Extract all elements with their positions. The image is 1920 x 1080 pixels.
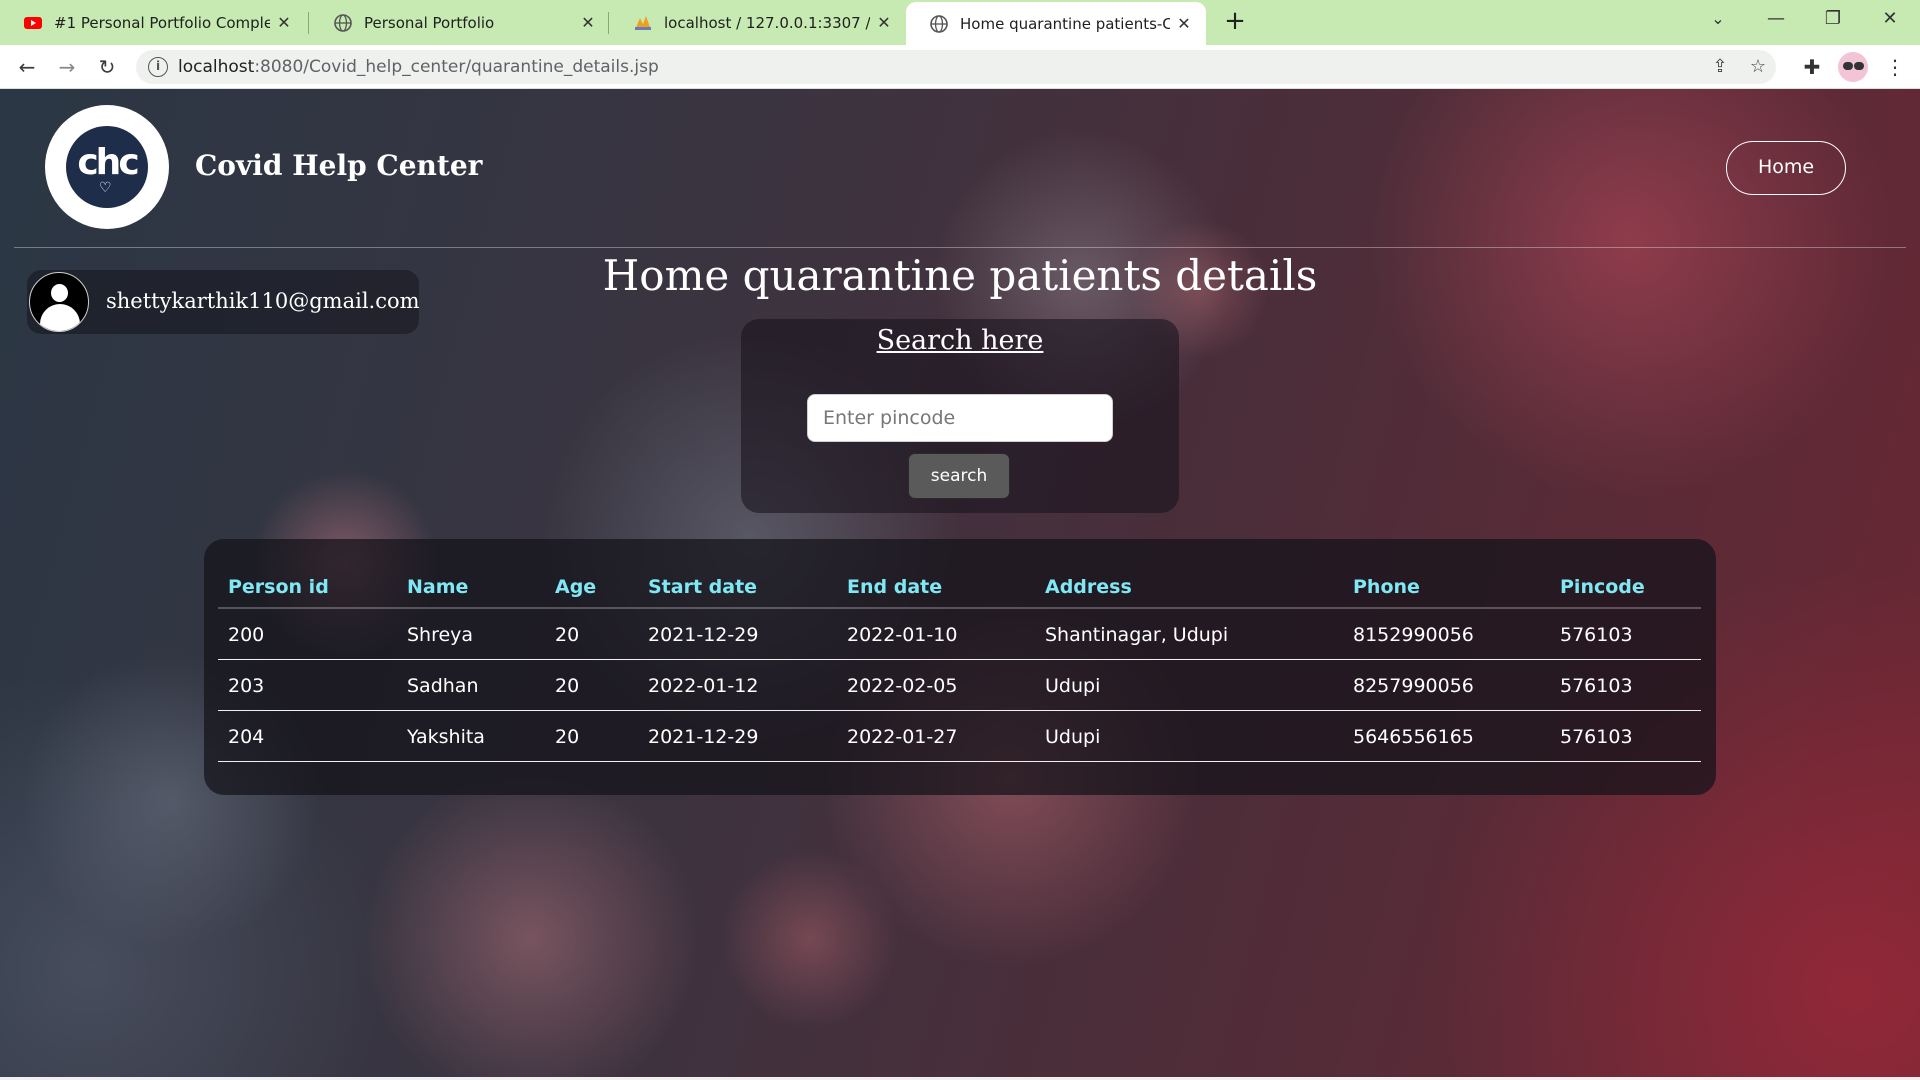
tab-separator	[608, 12, 609, 34]
cell-pincode: 576103	[1560, 675, 1633, 697]
forward-icon[interactable]: →	[51, 51, 83, 83]
search-panel: Search here search	[741, 319, 1179, 513]
site-brand: Covid Help Center	[195, 149, 483, 182]
header-pincode: Pincode	[1560, 576, 1645, 598]
cell-phone: 5646556165	[1353, 726, 1474, 748]
search-button[interactable]: search	[908, 453, 1010, 499]
search-heading: Search here	[876, 325, 1044, 356]
phpmyadmin-icon	[635, 15, 651, 30]
glasses-icon	[1854, 62, 1864, 70]
table-row: 204 Yakshita 20 2021-12-29 2022-01-27 Ud…	[218, 711, 1701, 762]
close-window-icon[interactable]: ✕	[1862, 0, 1918, 40]
cell-person-id: 203	[228, 675, 265, 697]
cell-end-date: 2022-02-05	[847, 675, 958, 697]
header-start-date: Start date	[648, 576, 758, 598]
user-email: shettykarthik110@gmail.com	[106, 289, 420, 313]
cell-phone: 8257990056	[1353, 675, 1474, 697]
table-row: 200 Shreya 20 2021-12-29 2022-01-10 Shan…	[218, 609, 1701, 660]
cell-name: Shreya	[407, 624, 474, 646]
patients-table: Person id Name Age Start date End date A…	[204, 539, 1716, 795]
reload-icon[interactable]: ↻	[91, 51, 123, 83]
virus-decoration	[360, 769, 700, 1080]
tab-phpmyadmin[interactable]: localhost / 127.0.0.1:3307 / pharm ✕	[610, 0, 906, 45]
logo-text: chc	[77, 142, 139, 183]
close-tab-icon[interactable]: ✕	[870, 13, 898, 32]
tab-label: localhost / 127.0.0.1:3307 / pharm	[664, 13, 870, 32]
pincode-input[interactable]	[807, 394, 1113, 442]
tab-youtube[interactable]: #1 Personal Portfolio Complete W ✕	[0, 0, 306, 45]
tab-separator	[308, 12, 309, 34]
youtube-icon	[24, 16, 42, 29]
table-header-row: Person id Name Age Start date End date A…	[218, 567, 1701, 609]
user-avatar-icon	[29, 272, 89, 332]
home-button[interactable]: Home	[1726, 141, 1846, 195]
cell-end-date: 2022-01-10	[847, 624, 958, 646]
url-text[interactable]: localhost:8080/Covid_help_center/quarant…	[178, 50, 659, 84]
globe-icon	[930, 14, 948, 33]
header-end-date: End date	[847, 576, 943, 598]
header-address: Address	[1045, 576, 1132, 598]
back-icon[interactable]: ←	[11, 51, 43, 83]
browser-toolbar: ← → ↻ i localhost:8080/Covid_help_center…	[0, 45, 1920, 89]
header-name: Name	[407, 576, 469, 598]
cell-address: Udupi	[1045, 675, 1101, 697]
tab-search-chevron-icon[interactable]: ⌄	[1690, 0, 1746, 40]
cell-address: Udupi	[1045, 726, 1101, 748]
cell-person-id: 200	[228, 624, 265, 646]
table-row: 203 Sadhan 20 2022-01-12 2022-02-05 Udup…	[218, 660, 1701, 711]
heart-hand-icon: ♡	[99, 180, 112, 196]
tab-label: Personal Portfolio	[364, 13, 495, 32]
cell-start-date: 2021-12-29	[648, 726, 759, 748]
header-person-id: Person id	[228, 576, 329, 598]
address-bar[interactable]: i localhost:8080/Covid_help_center/quara…	[136, 50, 1776, 84]
cell-pincode: 576103	[1560, 624, 1633, 646]
minimize-icon[interactable]: —	[1748, 0, 1804, 40]
tab-strip: #1 Personal Portfolio Complete W ✕ Perso…	[0, 0, 1920, 45]
url-path: :8080/Covid_help_center/quarantine_detai…	[254, 57, 659, 77]
cell-person-id: 204	[228, 726, 265, 748]
new-tab-button[interactable]: +	[1220, 0, 1250, 45]
cell-age: 20	[555, 726, 580, 748]
cell-age: 20	[555, 675, 580, 697]
cell-name: Yakshita	[407, 726, 485, 748]
site-logo[interactable]: chc ♡	[45, 105, 169, 229]
close-tab-icon[interactable]: ✕	[1170, 14, 1198, 33]
close-tab-icon[interactable]: ✕	[270, 13, 298, 32]
url-host: localhost	[178, 57, 255, 77]
cell-name: Sadhan	[407, 675, 479, 697]
chrome-menu-icon[interactable]: ⋮	[1880, 52, 1910, 82]
cell-start-date: 2022-01-12	[648, 675, 759, 697]
tab-quarantine-details[interactable]: Home quarantine patients-Covid ✕	[906, 2, 1206, 45]
cell-pincode: 576103	[1560, 726, 1633, 748]
cell-age: 20	[555, 624, 580, 646]
logo-emblem: chc ♡	[66, 126, 148, 208]
header-phone: Phone	[1353, 576, 1420, 598]
share-icon[interactable]: ⇪	[1709, 57, 1731, 77]
restore-icon[interactable]: ❐	[1805, 0, 1861, 40]
close-tab-icon[interactable]: ✕	[574, 13, 602, 32]
user-chip: shettykarthik110@gmail.com	[27, 270, 420, 334]
cell-phone: 8152990056	[1353, 624, 1474, 646]
virus-decoration	[720, 849, 900, 1029]
globe-icon	[334, 13, 352, 32]
page-background: chc ♡ Covid Help Center Home shettykarth…	[0, 89, 1920, 1080]
tab-label: #1 Personal Portfolio Complete W	[54, 13, 270, 32]
site-info-icon[interactable]: i	[148, 57, 168, 77]
tab-personal-portfolio[interactable]: Personal Portfolio ✕	[310, 0, 610, 45]
extensions-puzzle-icon[interactable]: ✚	[1797, 52, 1827, 82]
bookmark-star-icon[interactable]: ☆	[1747, 57, 1769, 77]
glasses-icon	[1843, 62, 1853, 70]
page-title: Home quarantine patients details	[602, 251, 1318, 300]
cell-address: Shantinagar, Udupi	[1045, 624, 1229, 646]
cell-end-date: 2022-01-27	[847, 726, 958, 748]
cell-start-date: 2021-12-29	[648, 624, 759, 646]
header-divider	[14, 247, 1906, 248]
tab-label: Home quarantine patients-Covid	[960, 14, 1170, 33]
header-age: Age	[555, 576, 597, 598]
profile-avatar[interactable]	[1838, 52, 1868, 82]
